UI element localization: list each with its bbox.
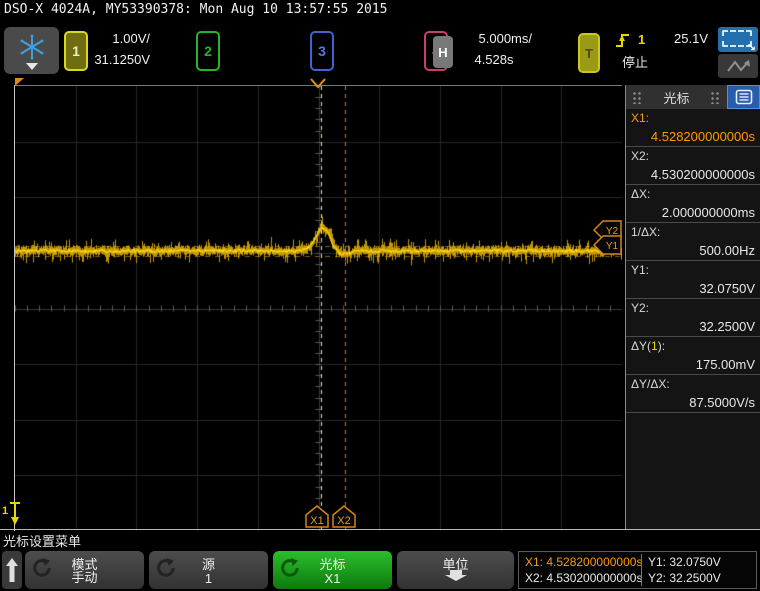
softkey-menu-title: 光标设置菜单	[3, 531, 81, 550]
softkey-units[interactable]: 单位	[397, 551, 514, 589]
cursor-x2-flag[interactable]: X2	[332, 505, 357, 528]
zoom-select-button[interactable]: ↘	[718, 27, 758, 52]
readout-value: 32.2500V	[699, 319, 755, 334]
readout-x2: X2: 4.530200000000s	[626, 147, 760, 185]
svg-text:X1: X1	[310, 515, 323, 527]
readout-label: X1:	[631, 111, 649, 125]
svg-text:1: 1	[2, 505, 8, 517]
cursor-arrow-icon: ↘	[747, 41, 756, 54]
svg-text:Y1: Y1	[606, 241, 619, 252]
softkey-value: X1	[273, 571, 392, 586]
sidebar-header: 光标	[626, 85, 760, 109]
svg-text:X2: X2	[337, 515, 350, 527]
readout-value: 2.000000000ms	[662, 205, 755, 220]
readout-slope: ΔY/ΔX: 87.5000V/s	[626, 375, 760, 413]
channel-1-position-icon: 1	[1, 499, 23, 527]
channel-1-offset: 31.1250V	[82, 52, 150, 67]
drag-grip-icon[interactable]	[632, 91, 643, 104]
readout-value: 4.528200000000s	[651, 129, 755, 144]
time-reference-left-icon	[15, 78, 24, 86]
up-arrow-icon	[4, 554, 20, 586]
readout-delta-y: ΔY(1): 175.00mV	[626, 337, 760, 375]
readout-delta-x: ΔX: 2.000000000ms	[626, 185, 760, 223]
softkey-mode[interactable]: 模式 手动	[25, 551, 144, 589]
trigger-level: 25.1V	[662, 31, 708, 46]
navigate-button[interactable]	[718, 54, 758, 78]
readout-label: ΔY/ΔX:	[631, 377, 670, 391]
y2-readout: Y2: 32.2500V	[648, 571, 721, 585]
softkey-source[interactable]: 源 1	[149, 551, 268, 589]
channel-3-button[interactable]: 3	[310, 31, 334, 71]
softkey-value: 手动	[25, 567, 144, 586]
cursor-x1-flag[interactable]: X1	[305, 505, 330, 528]
trigger-menu-button[interactable]: T	[578, 33, 600, 73]
horizontal-menu-button[interactable]: H	[433, 36, 453, 68]
chevron-down-icon	[26, 63, 38, 70]
readout-label: ΔX:	[631, 187, 650, 201]
acquisition-menu-button[interactable]	[4, 27, 59, 74]
readout-y2: Y2: 32.2500V	[626, 299, 760, 337]
readout-x1: X1: 4.528200000000s	[626, 109, 760, 147]
channel-1-label: 1	[72, 43, 80, 59]
snowflake-icon	[18, 33, 46, 61]
channel-3-label: 3	[318, 43, 326, 59]
readout-label: Y2:	[631, 301, 649, 315]
readout-value: 87.5000V/s	[689, 395, 755, 410]
instrument-title: DSO-X 4024A, MY53390378: Mon Aug 10 13:5…	[4, 2, 388, 17]
timebase-reference-icon	[310, 78, 326, 88]
readout-value: 500.00Hz	[699, 243, 755, 258]
readout-label: X2:	[631, 149, 649, 163]
readout-label: 1/ΔX:	[631, 225, 660, 239]
channel-2-label: 2	[204, 43, 212, 59]
readout-inv-delta-x: 1/ΔX: 500.00Hz	[626, 223, 760, 261]
trigger-source: 1	[638, 32, 645, 47]
divider	[0, 529, 760, 530]
run-status: 停止	[622, 52, 648, 71]
waveform-display-area	[14, 85, 622, 531]
channel-1-scale: 1.00V/	[88, 31, 150, 46]
readout-label: Y1:	[631, 263, 649, 277]
sidebar-title: 光标	[649, 88, 704, 107]
readout-y1: Y1: 32.0750V	[626, 261, 760, 299]
oscilloscope-screen: DSO-X 4024A, MY53390378: Mon Aug 10 13:5…	[0, 0, 760, 591]
trigger-edge-rising-icon	[614, 31, 632, 49]
softkey-cursor[interactable]: 光标 X1	[273, 551, 392, 589]
cursor-y1-flag[interactable]: Y1	[593, 234, 622, 256]
softkey-value: 1	[149, 571, 268, 586]
cursors-sidebar: 光标 X1: 4.528200000000s X2: 4.53020000000…	[625, 85, 760, 529]
y-cursor-info: Y1: 32.0750V Y2: 32.2500V	[642, 552, 756, 588]
readout-value: 4.530200000000s	[651, 167, 755, 182]
back-up-button[interactable]	[2, 551, 22, 589]
timebase-delay: 4.528s	[456, 52, 532, 67]
drag-grip-icon[interactable]	[710, 91, 721, 104]
waveform-navigate-icon	[724, 58, 752, 74]
y1-readout: Y1: 32.0750V	[648, 555, 721, 569]
readout-value: 32.0750V	[699, 281, 755, 296]
cursor-info-panel: X1: 4.528200000000s X2: 4.530200000000s …	[518, 551, 757, 589]
down-arrow-icon	[397, 569, 514, 587]
x-cursor-info: X1: 4.528200000000s X2: 4.530200000000s	[519, 552, 641, 588]
readout-value: 175.00mV	[696, 357, 755, 372]
x1-readout: X1: 4.528200000000s	[525, 555, 642, 569]
waveform-canvas[interactable]	[15, 86, 622, 531]
x2-readout: X2: 4.530200000000s	[525, 571, 642, 585]
readout-label: ΔY(1):	[631, 339, 665, 353]
channel-2-button[interactable]: 2	[196, 31, 220, 71]
sidebar-menu-button[interactable]	[727, 85, 760, 109]
timebase-scale: 5.000ms/	[456, 31, 532, 46]
menu-list-icon	[735, 89, 753, 105]
